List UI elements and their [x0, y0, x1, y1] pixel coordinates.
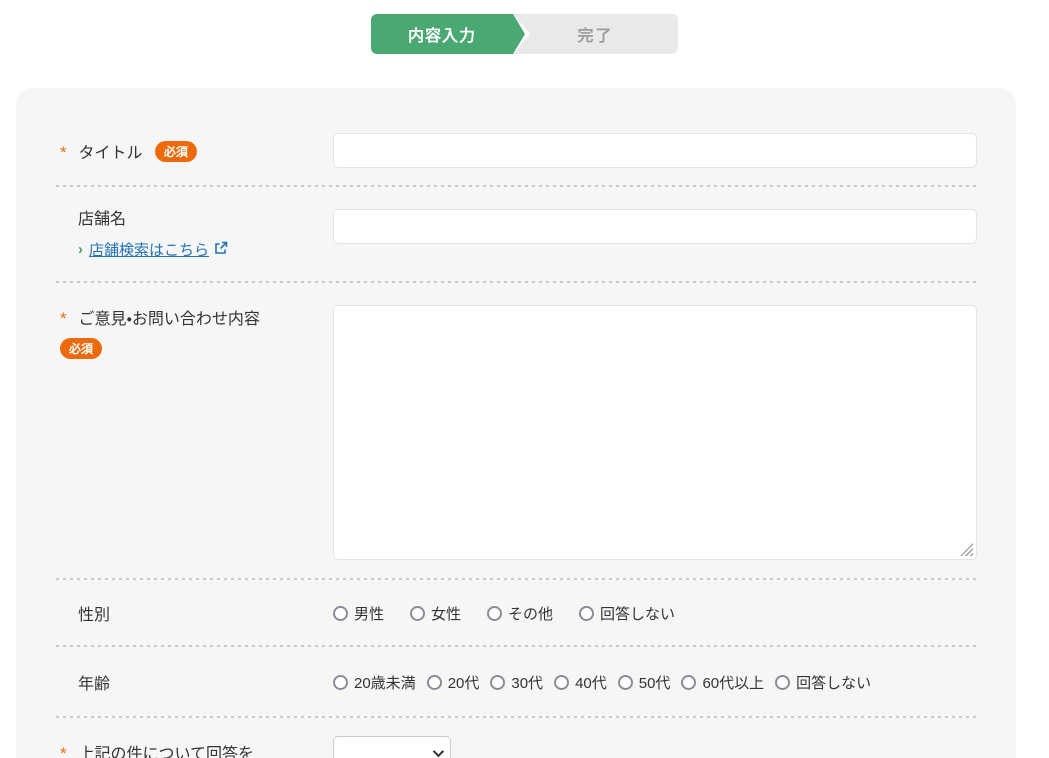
gender-radio-group: 男性 女性 その他 回答しない: [333, 603, 977, 624]
radio-label: 40代: [575, 672, 607, 693]
required-marker: *: [60, 143, 74, 163]
radio-option-20s[interactable]: 20代: [427, 672, 480, 693]
form-row-inquiry: * ご意見・お問い合わせ内容 必須: [56, 283, 977, 578]
reply-select[interactable]: [333, 736, 451, 758]
radio-label: その他: [508, 603, 553, 624]
step-complete: 完了: [513, 14, 678, 54]
radio-icon[interactable]: [487, 606, 502, 621]
age-radio-group: 20歳未満 20代 30代 40代 50代 60代以上: [333, 672, 977, 693]
step-current: 内容入力: [371, 14, 513, 54]
store-search-link[interactable]: 店舗検索はこちら: [89, 239, 209, 260]
chevron-down-icon: [433, 746, 444, 757]
required-badge: 必須: [60, 338, 102, 359]
inquiry-label-text: ご意見・お問い合わせ内容: [78, 311, 259, 328]
radio-label: 回答しない: [600, 603, 675, 624]
store-label: 店舗名 › 店舗検索はこちら: [56, 205, 333, 260]
store-name-input[interactable]: [333, 209, 977, 244]
radio-icon[interactable]: [618, 675, 633, 690]
form-panel: * タイトル 必須 店舗名 › 店舗検索はこちら: [16, 88, 1016, 758]
radio-icon[interactable]: [579, 606, 594, 621]
radio-option-no-answer[interactable]: 回答しない: [775, 672, 871, 693]
inquiry-label: * ご意見・お問い合わせ内容 必須: [56, 305, 333, 360]
radio-option-40s[interactable]: 40代: [554, 672, 607, 693]
progress-stepper: 内容入力 完了: [371, 14, 678, 54]
radio-icon[interactable]: [490, 675, 505, 690]
store-label-text: 店舗名: [78, 205, 333, 229]
chevron-right-icon: ›: [78, 241, 83, 258]
radio-option-no-answer[interactable]: 回答しない: [579, 603, 675, 624]
age-label: 年齢: [56, 670, 333, 694]
radio-option-female[interactable]: 女性: [410, 603, 461, 624]
inquiry-textarea[interactable]: [333, 305, 977, 560]
reply-label: * 上記の件について回答を: [56, 740, 333, 758]
inquiry-label-line: * ご意見・お問い合わせ内容: [60, 305, 333, 329]
radio-label: 女性: [431, 603, 461, 624]
radio-label: 50代: [639, 672, 671, 693]
radio-icon[interactable]: [333, 606, 348, 621]
radio-option-60s-plus[interactable]: 60代以上: [681, 672, 764, 693]
title-label: * タイトル 必須: [56, 139, 333, 163]
step-arrow-icon: [513, 14, 525, 54]
title-field-area: [333, 133, 977, 168]
radio-label: 男性: [354, 603, 384, 624]
radio-icon[interactable]: [410, 606, 425, 621]
inquiry-textarea-wrap: [333, 305, 977, 560]
radio-option-other[interactable]: その他: [487, 603, 553, 624]
reply-label-text: 上記の件について回答を: [78, 746, 254, 758]
reply-field-area: [333, 736, 977, 758]
radio-option-under-20[interactable]: 20歳未満: [333, 672, 416, 693]
radio-icon[interactable]: [681, 675, 696, 690]
radio-option-30s[interactable]: 30代: [490, 672, 543, 693]
radio-label: 30代: [511, 672, 543, 693]
radio-label: 60代以上: [702, 672, 764, 693]
radio-option-50s[interactable]: 50代: [618, 672, 671, 693]
store-field-area: [333, 205, 977, 244]
radio-icon[interactable]: [333, 675, 348, 690]
title-label-text: タイトル: [78, 145, 142, 162]
inquiry-badge-line: 必須: [60, 338, 333, 360]
external-link-icon: [214, 241, 228, 259]
required-badge: 必須: [155, 141, 197, 162]
step-complete-label: 完了: [577, 22, 613, 46]
form-row-age: 年齢 20歳未満 20代 30代 40代 50代: [56, 647, 977, 716]
radio-icon[interactable]: [775, 675, 790, 690]
form-row-store: 店舗名 › 店舗検索はこちら: [56, 187, 977, 281]
radio-option-male[interactable]: 男性: [333, 603, 384, 624]
form-row-reply: * 上記の件について回答を: [56, 718, 977, 758]
radio-label: 20代: [448, 672, 480, 693]
title-input[interactable]: [333, 133, 977, 168]
store-search-link-line: › 店舗検索はこちら: [78, 239, 333, 260]
inquiry-field-area: [333, 305, 977, 560]
radio-label: 回答しない: [796, 672, 871, 693]
form-row-title: * タイトル 必須: [56, 110, 977, 185]
form-row-gender: 性別 男性 女性 その他 回答しない: [56, 580, 977, 645]
radio-label: 20歳未満: [354, 672, 416, 693]
required-marker: *: [60, 309, 74, 329]
radio-icon[interactable]: [554, 675, 569, 690]
gender-label: 性別: [56, 601, 333, 625]
required-marker: *: [60, 744, 74, 758]
radio-icon[interactable]: [427, 675, 442, 690]
